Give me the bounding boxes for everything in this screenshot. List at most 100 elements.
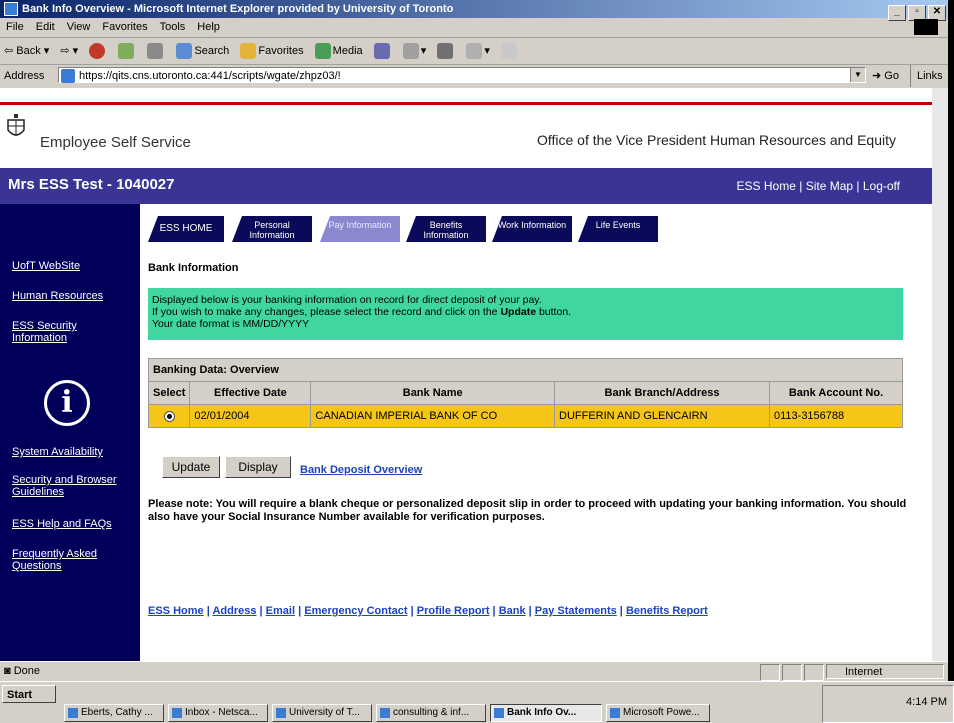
logoff-link[interactable]: Log-off — [863, 179, 900, 193]
col-bank-name: Bank Name — [310, 381, 555, 405]
table-row[interactable]: 02/01/2004 CANADIAN IMPERIAL BANK OF CO … — [147, 404, 903, 428]
address-input[interactable]: https://qits.cns.utoronto.ca:441/scripts… — [58, 67, 866, 83]
discuss-icon[interactable] — [501, 38, 519, 64]
tab-personal-information[interactable]: Personal Information — [232, 216, 312, 242]
cell-effective-date: 02/01/2004 — [189, 404, 312, 428]
menu-edit[interactable]: Edit — [36, 21, 55, 33]
tab-ess-home[interactable]: ESS HOME — [148, 216, 224, 242]
sidebar-uoft-website[interactable]: UofT WebSite — [12, 260, 132, 272]
message-line-1: Displayed below is your banking informat… — [152, 294, 542, 306]
info-message: Displayed below is your banking informat… — [148, 288, 903, 340]
back-button[interactable]: ⇦ Back ▾ — [4, 38, 49, 64]
menu-favorites[interactable]: Favorites — [102, 21, 147, 33]
edit-icon[interactable]: ▾ — [466, 38, 490, 64]
toolbar: ⇦ Back ▾ ⇨ ▾ Search Favorites Media ▾ ▾ — [0, 38, 948, 65]
tab-life-events[interactable]: Life Events — [578, 216, 658, 242]
uoft-crest-icon — [7, 114, 25, 136]
media-button[interactable]: Media — [314, 38, 363, 64]
footer-address[interactable]: Address — [212, 605, 256, 617]
update-button[interactable]: Update — [162, 456, 220, 478]
footer-links: ESS Home | Address | Email | Emergency C… — [148, 605, 708, 617]
ie-icon — [4, 2, 18, 16]
address-label: Address — [4, 70, 45, 82]
address-dropdown-icon[interactable]: ▼ — [850, 68, 865, 82]
lock-icon — [804, 664, 824, 681]
stop-icon[interactable] — [89, 38, 107, 64]
print-icon[interactable] — [437, 38, 455, 64]
sidebar-faq[interactable]: Frequently Asked Questions — [12, 548, 112, 572]
sidebar-browser-guidelines[interactable]: Security and Browser Guidelines — [12, 474, 127, 498]
menu-help[interactable]: Help — [197, 21, 220, 33]
taskbar-item[interactable]: Microsoft Powe... — [606, 704, 710, 722]
taskbar-item[interactable]: Eberts, Cathy ... — [64, 704, 164, 722]
footer-email[interactable]: Email — [266, 605, 295, 617]
history-icon[interactable] — [373, 38, 392, 64]
info-icon: i — [44, 380, 90, 426]
go-button[interactable]: ➜ Go — [872, 65, 899, 87]
taskbar: Start Eberts, Cathy ... Inbox - Netsca..… — [0, 681, 954, 723]
message-line-2: If you wish to make any changes, please … — [152, 306, 572, 318]
footer-emergency-contact[interactable]: Emergency Contact — [304, 605, 407, 617]
footer-bank[interactable]: Bank — [499, 605, 526, 617]
clock: 4:14 PM — [906, 696, 947, 708]
sidebar-help-faqs[interactable]: ESS Help and FAQs — [12, 518, 132, 530]
header-divider — [0, 102, 932, 105]
bank-deposit-overview-link[interactable]: Bank Deposit Overview — [300, 464, 422, 476]
taskbar-item[interactable]: consulting & inf... — [376, 704, 486, 722]
user-name: Mrs ESS Test - 1040027 — [8, 176, 175, 193]
title-bar: Bank Info Overview - Microsoft Internet … — [0, 0, 948, 21]
col-select: Select — [147, 381, 191, 405]
vertical-scrollbar[interactable] — [932, 88, 948, 661]
window-title: Bank Info Overview - Microsoft Internet … — [22, 3, 454, 15]
office-title: Office of the Vice President Human Resou… — [536, 132, 896, 148]
table-caption: Banking Data: Overview — [148, 358, 903, 382]
status-text: Done — [13, 665, 41, 677]
taskbar-item[interactable]: Inbox - Netsca... — [168, 704, 268, 722]
note-text: Please note: You will require a blank ch… — [148, 498, 907, 523]
cell-bank-name: CANADIAN IMPERIAL BANK OF CO — [310, 404, 555, 428]
menu-tools[interactable]: Tools — [160, 21, 186, 33]
start-button[interactable]: Start — [2, 685, 56, 703]
sidebar-human-resources[interactable]: Human Resources — [12, 290, 132, 302]
tab-pay-information[interactable]: Pay Information — [320, 216, 400, 242]
favorites-button[interactable]: Favorites — [240, 38, 304, 64]
sidebar-ess-security[interactable]: ESS Security Information — [12, 320, 92, 344]
home-icon[interactable] — [147, 38, 165, 64]
message-line-3: Your date format is MM/DD/YYYY — [152, 318, 310, 330]
mail-icon[interactable]: ▾ — [402, 38, 426, 64]
zone-indicator: Internet — [826, 664, 944, 679]
refresh-icon[interactable] — [118, 38, 136, 64]
forward-button[interactable]: ⇨ ▾ — [60, 38, 78, 64]
status-bar: ◙ Done Internet — [0, 661, 948, 681]
footer-profile-report[interactable]: Profile Report — [417, 605, 490, 617]
site-map-link[interactable]: Site Map — [806, 179, 853, 193]
address-url: https://qits.cns.utoronto.ca:441/scripts… — [79, 70, 341, 82]
display-button[interactable]: Display — [225, 456, 291, 478]
links-button[interactable]: Links — [910, 65, 943, 87]
page-title: Bank Information — [148, 262, 239, 274]
address-bar: Address https://qits.cns.utoronto.ca:441… — [0, 65, 948, 87]
page-icon — [61, 69, 75, 83]
page-done-icon: ◙ — [4, 665, 11, 677]
footer-benefits-report[interactable]: Benefits Report — [626, 605, 708, 617]
sidebar-system-availability[interactable]: System Availability — [12, 446, 132, 458]
top-links: ESS Home | Site Map | Log-off — [736, 179, 900, 193]
page-content: Employee Self Service Office of the Vice… — [0, 88, 932, 661]
taskbar-item-active[interactable]: Bank Info Ov... — [490, 704, 602, 722]
ess-home-link[interactable]: ESS Home — [737, 179, 796, 193]
tab-benefits-information[interactable]: Benefits Information — [406, 216, 486, 242]
user-header: Mrs ESS Test - 1040027 ESS Home | Site M… — [0, 168, 932, 204]
col-bank-branch: Bank Branch/Address — [554, 381, 770, 405]
menu-view[interactable]: View — [67, 21, 91, 33]
menu-file[interactable]: File — [6, 21, 24, 33]
select-radio[interactable] — [163, 410, 175, 422]
tab-work-information[interactable]: Work Information — [492, 216, 572, 242]
taskbar-item[interactable]: University of T... — [272, 704, 372, 722]
col-effective-date: Effective Date — [189, 381, 312, 405]
footer-pay-statements[interactable]: Pay Statements — [535, 605, 617, 617]
col-account-no: Bank Account No. — [769, 381, 903, 405]
app-title: Employee Self Service — [40, 134, 191, 151]
status-cell — [782, 664, 802, 681]
footer-ess-home[interactable]: ESS Home — [148, 605, 204, 617]
search-button[interactable]: Search — [176, 38, 229, 64]
